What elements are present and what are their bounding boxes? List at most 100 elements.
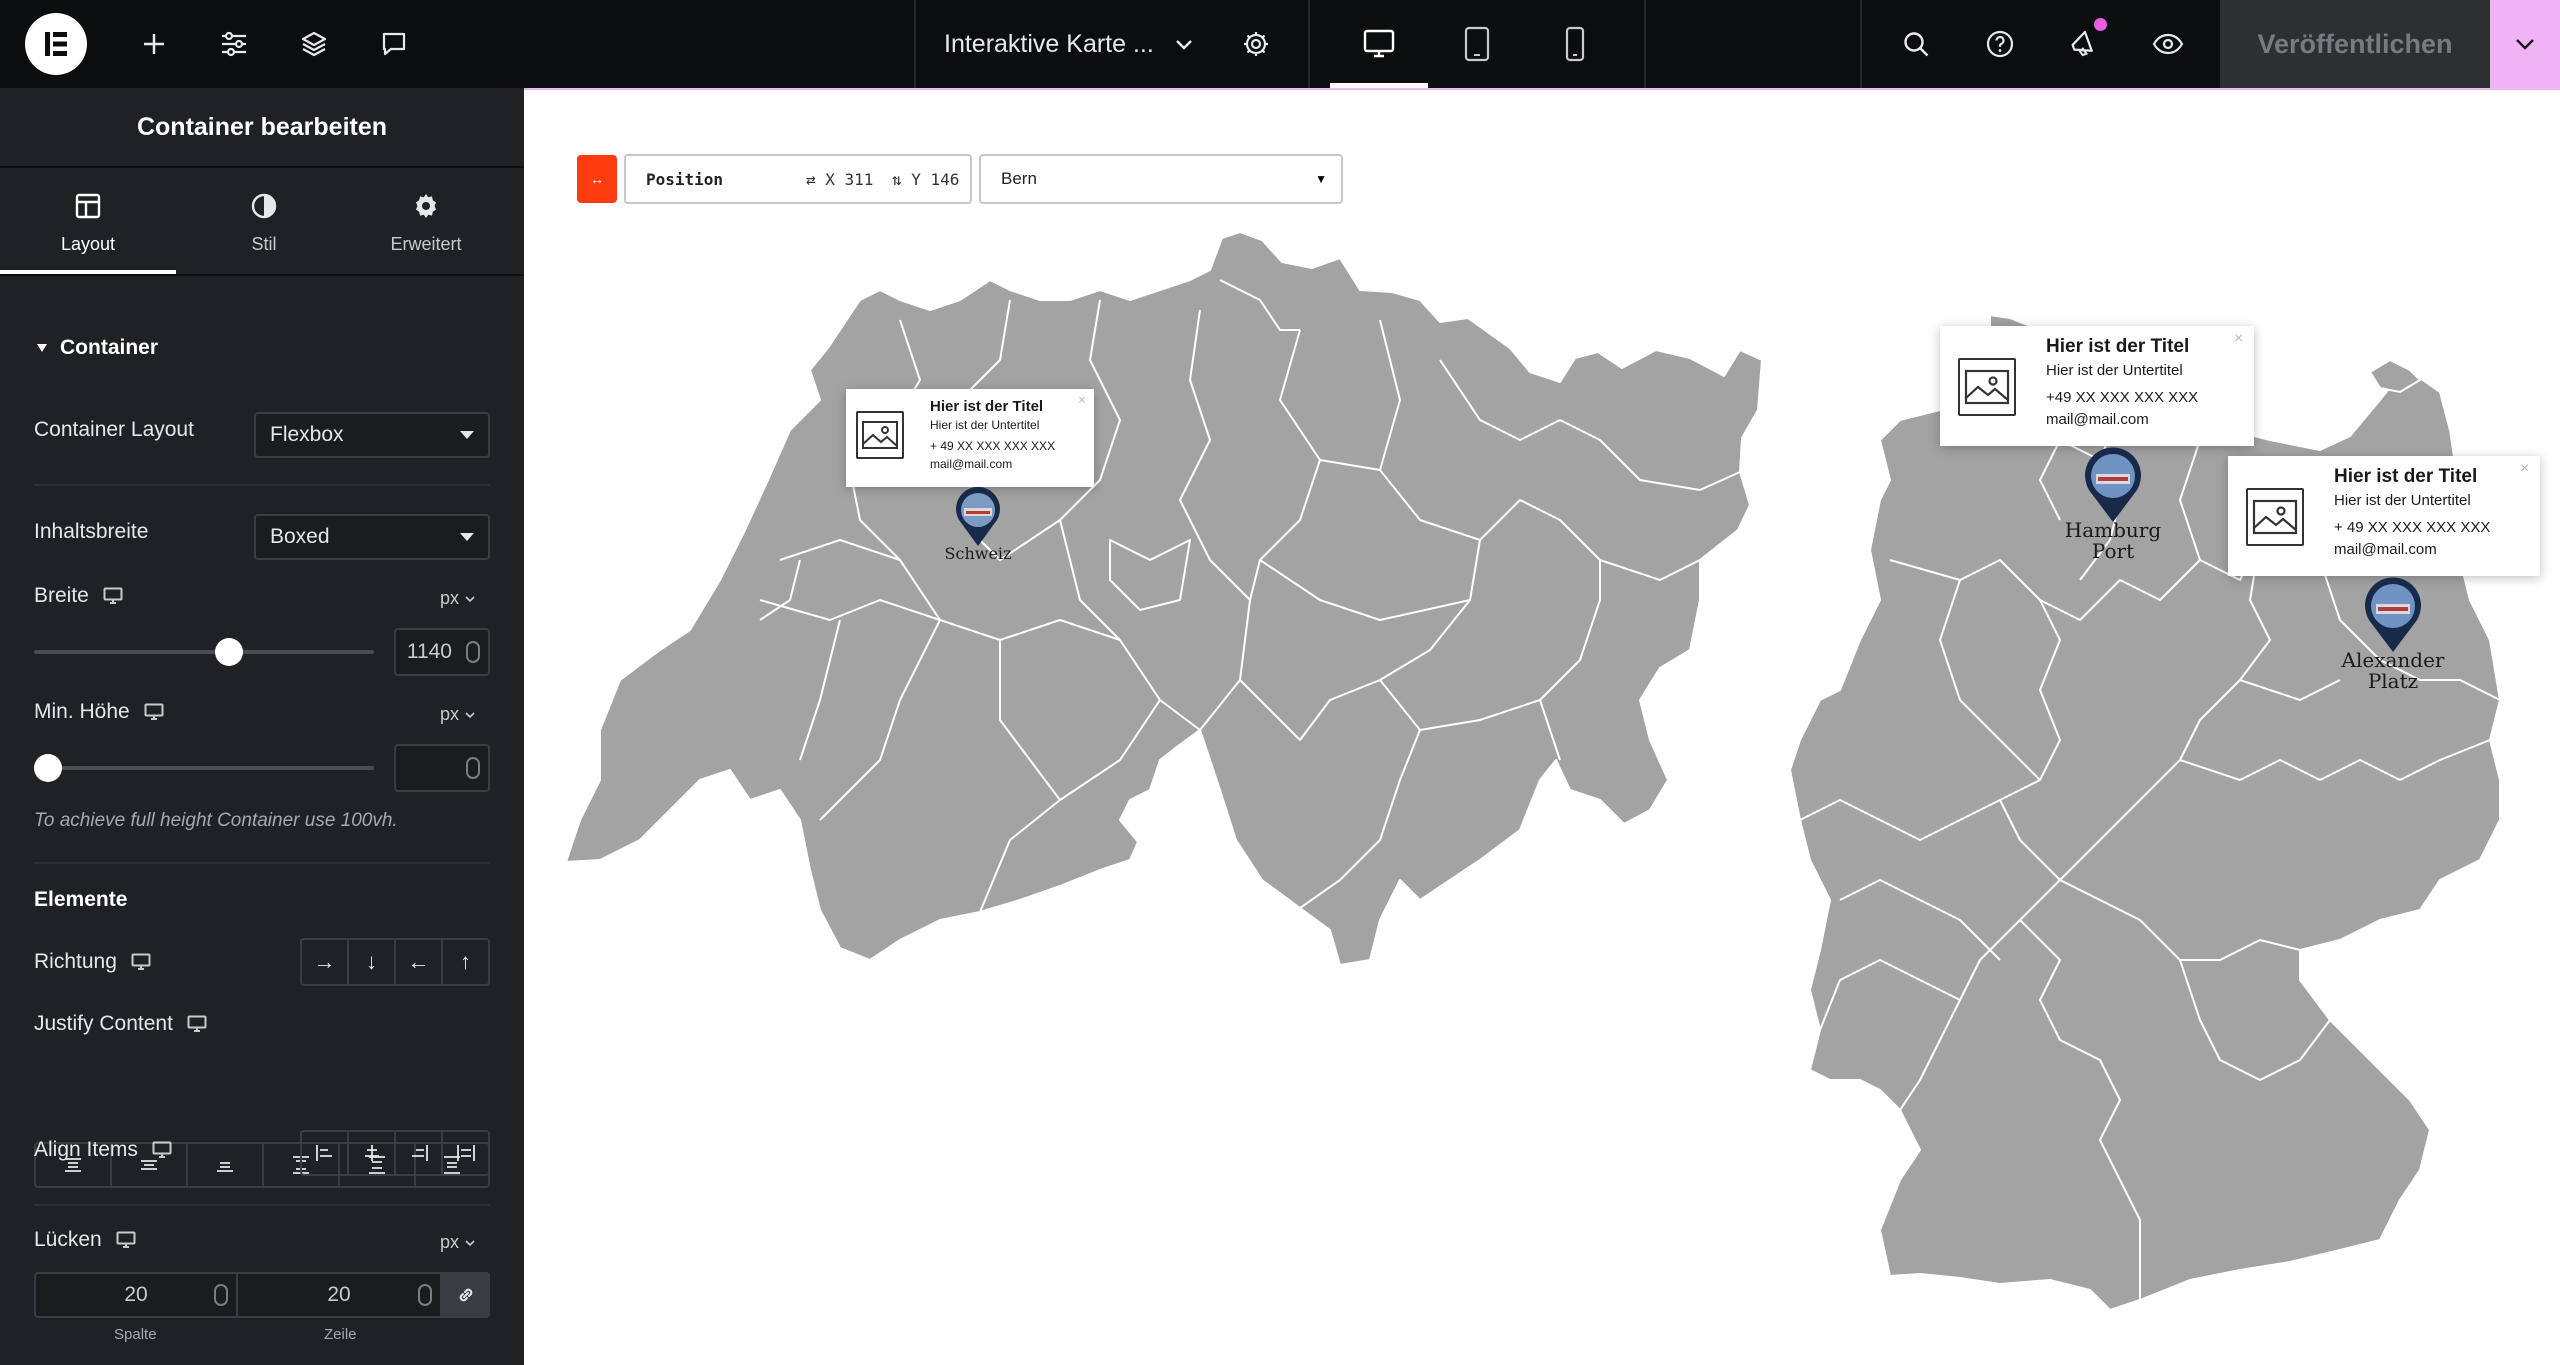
divider (34, 862, 490, 864)
chevron-down-icon (2516, 39, 2534, 50)
tab-advanced[interactable]: Erweitert (338, 170, 514, 276)
width-input[interactable]: 1140 (394, 628, 490, 676)
device-mobile-button[interactable] (1526, 0, 1624, 88)
publish-options-button[interactable] (2490, 0, 2560, 88)
align-stretch-button[interactable] (443, 1132, 488, 1174)
gaps-unit-select[interactable]: px (440, 1232, 475, 1253)
tab-layout[interactable]: Layout (0, 170, 176, 276)
desktop-icon[interactable] (103, 587, 123, 605)
align-end-button[interactable] (396, 1132, 443, 1174)
image-placeholder-icon (856, 411, 904, 459)
map-pin-icon[interactable] (2082, 446, 2144, 524)
close-icon[interactable]: × (2234, 330, 2243, 348)
spinner-icon[interactable] (466, 641, 480, 663)
gap-row-label: Zeile (324, 1326, 357, 1343)
site-settings-button[interactable] (206, 0, 262, 88)
spinner-icon[interactable] (466, 757, 480, 779)
content-width-select[interactable]: Boxed (254, 514, 490, 560)
align-end-icon (411, 1145, 428, 1161)
justify-end-button[interactable] (188, 1144, 264, 1186)
gap-column-label: Spalte (114, 1326, 157, 1343)
divider (1644, 0, 1646, 88)
top-bar: Interaktive Karte ... Veröffentlichen (0, 0, 2560, 88)
justify-content-label: Justify Content (34, 1012, 173, 1035)
width-label-row: Breite (34, 584, 123, 608)
image-placeholder-icon (1958, 358, 2016, 416)
comments-button[interactable] (366, 0, 422, 88)
document-menu-button[interactable] (1162, 0, 1206, 88)
min-height-unit-select[interactable]: px (440, 704, 475, 725)
document-title[interactable]: Interaktive Karte ... (944, 0, 1154, 88)
plus-icon (144, 34, 164, 54)
gaps-unit: px (440, 1232, 460, 1252)
link-icon (459, 1288, 473, 1302)
section-container-toggle[interactable]: Container (36, 336, 158, 360)
info-card[interactable]: Hier ist der Titel Hier ist der Untertit… (846, 389, 1094, 487)
tab-advanced-label: Erweitert (390, 233, 462, 254)
card-phone: +49 XX XXX XXX XXX (2046, 389, 2199, 406)
chevron-down-icon (465, 595, 475, 602)
help-button[interactable] (1972, 0, 2028, 88)
interactive-map[interactable] (524, 90, 2560, 1365)
map-switzerland[interactable] (565, 231, 1763, 966)
container-layout-value: Flexbox (270, 423, 344, 446)
gap-column-input[interactable]: 20 (34, 1272, 238, 1318)
desktop-icon[interactable] (187, 1015, 207, 1033)
desktop-icon[interactable] (116, 1231, 136, 1249)
close-icon[interactable]: × (2520, 460, 2529, 478)
device-desktop-button[interactable] (1330, 0, 1428, 88)
page-settings-button[interactable] (1230, 0, 1282, 88)
width-unit-select[interactable]: px (440, 588, 475, 609)
width-slider-handle[interactable] (214, 638, 243, 666)
align-items-button-group (300, 1130, 490, 1176)
direction-column-reverse-button[interactable]: ↑ (443, 940, 488, 984)
gap-column-value: 20 (124, 1283, 148, 1306)
pin-label-line1: Alexander (2341, 648, 2445, 672)
min-height-slider-track[interactable] (34, 766, 374, 770)
card-subtitle: Hier ist der Untertitel (930, 418, 1040, 432)
align-start-button[interactable] (302, 1132, 349, 1174)
chevron-down-icon (465, 711, 475, 718)
tab-style[interactable]: Stil (176, 170, 352, 276)
align-center-button[interactable] (349, 1132, 396, 1174)
info-card[interactable]: Hier ist der Titel Hier ist der Untertit… (1940, 326, 2254, 446)
align-start-icon (315, 1145, 332, 1161)
elementor-logo-button[interactable] (10, 10, 102, 78)
direction-column-button[interactable]: ↓ (349, 940, 396, 984)
spinner-icon[interactable] (214, 1284, 228, 1306)
add-element-button[interactable] (126, 0, 182, 88)
gap-row-input[interactable]: 20 (238, 1272, 442, 1318)
min-height-input[interactable] (394, 744, 490, 792)
align-items-label: Align Items (34, 1138, 138, 1161)
card-phone: + 49 XX XXX XXX XXX (930, 439, 1056, 453)
sliders-icon (222, 31, 246, 57)
device-tablet-button[interactable] (1428, 0, 1526, 88)
panel-tabs: Layout Stil Erweitert (0, 170, 524, 276)
width-slider-track[interactable] (34, 650, 374, 654)
whats-new-button[interactable] (2056, 0, 2112, 88)
info-card[interactable]: Hier ist der Titel Hier ist der Untertit… (2228, 456, 2540, 576)
search-icon (1904, 32, 1929, 57)
image-placeholder-icon (2246, 488, 2304, 546)
card-mail: mail@mail.com (2334, 541, 2437, 558)
map-pin-icon[interactable] (954, 486, 1002, 548)
direction-row-reverse-button[interactable]: ← (396, 940, 443, 984)
caret-down-icon (37, 344, 47, 352)
container-layout-select[interactable]: Flexbox (254, 412, 490, 458)
spinner-icon[interactable] (418, 1284, 432, 1306)
width-value: 1140 (406, 640, 452, 663)
publish-button[interactable]: Veröffentlichen (2220, 0, 2490, 88)
close-icon[interactable]: × (1078, 392, 1086, 407)
min-height-slider-handle[interactable] (34, 754, 62, 782)
pin-label-line2: Port (2091, 539, 2135, 563)
structure-button[interactable] (286, 0, 342, 88)
preview-button[interactable] (2140, 0, 2196, 88)
map-pin-icon[interactable] (2362, 576, 2424, 654)
megaphone-icon (2071, 30, 2093, 57)
direction-row-button[interactable]: → (302, 940, 349, 984)
desktop-icon[interactable] (144, 703, 164, 721)
desktop-icon[interactable] (152, 1141, 172, 1159)
desktop-icon[interactable] (131, 953, 151, 971)
link-gaps-button[interactable] (442, 1272, 490, 1318)
search-button[interactable] (1888, 0, 1944, 88)
